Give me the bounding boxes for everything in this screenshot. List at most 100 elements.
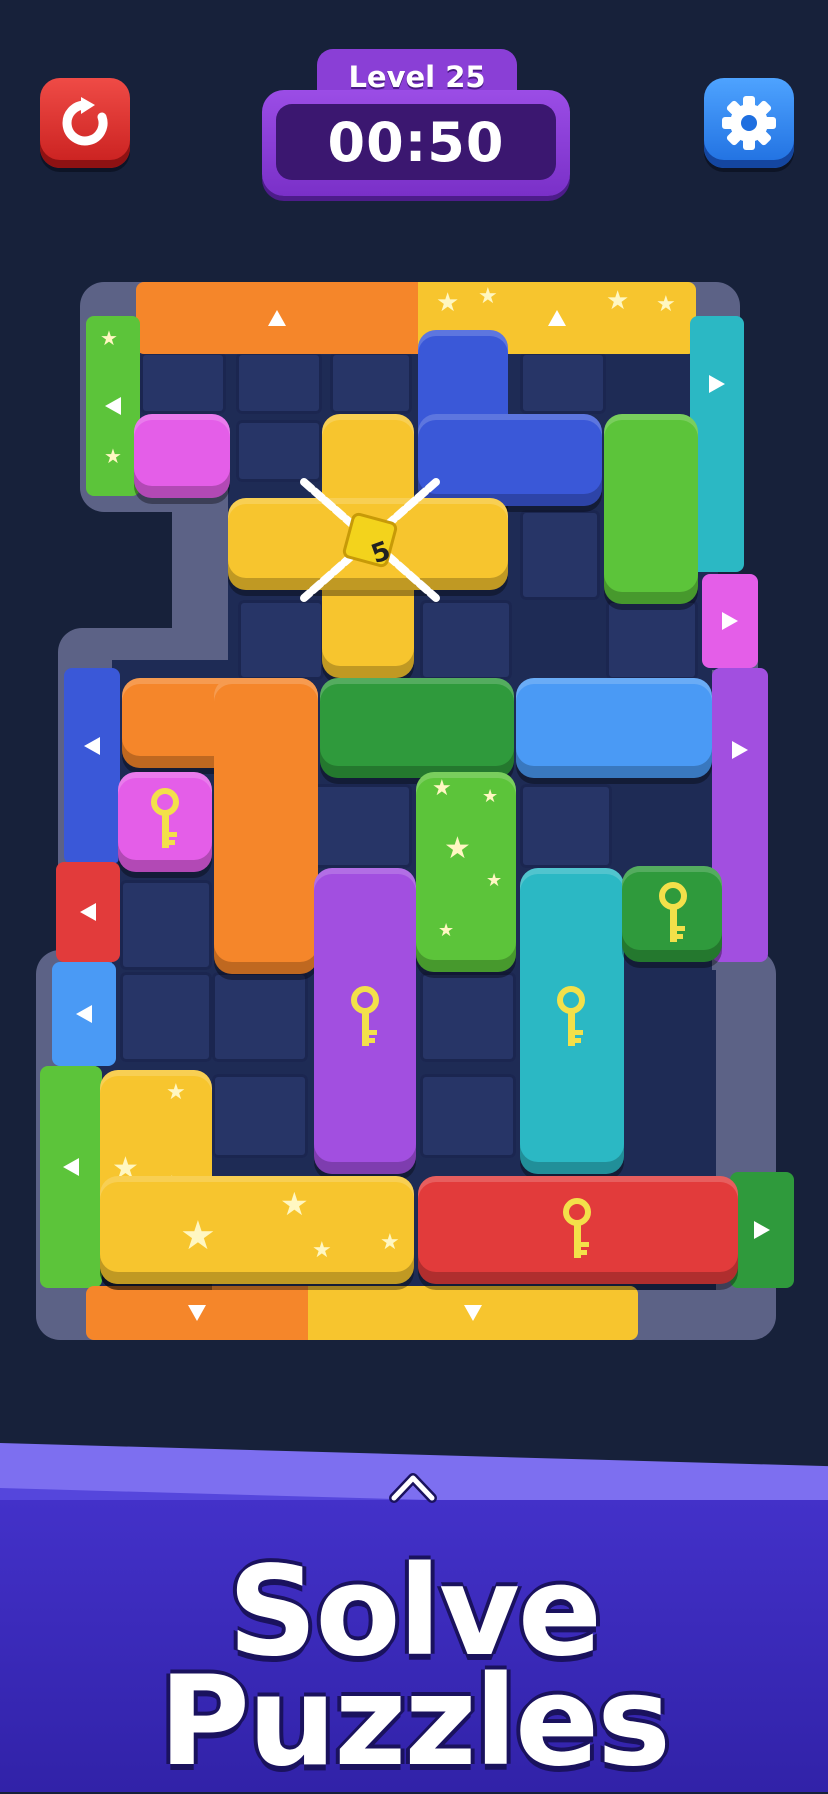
exit-gate-green-left: ★ ★ bbox=[86, 316, 140, 496]
arrow-right-icon bbox=[722, 612, 738, 630]
grid-cell bbox=[520, 784, 612, 868]
grid-cell bbox=[612, 880, 704, 954]
grid-cell bbox=[120, 880, 212, 970]
puzzle-board: ★ ★ ★ ★ ★ ★ 5 ★ ★ ★ ★ ★ ★ ★ ★ ★ ★ ★ ★ bbox=[0, 0, 828, 1360]
block-blue[interactable] bbox=[516, 678, 712, 778]
block-yellow-cross[interactable] bbox=[322, 414, 414, 678]
block-darkblue-l[interactable] bbox=[418, 414, 602, 506]
grid-cell bbox=[420, 972, 516, 1062]
arrow-up-icon bbox=[548, 310, 566, 326]
key-icon bbox=[659, 882, 687, 942]
star-icon: ★ bbox=[100, 326, 118, 350]
block-green-star[interactable]: ★ ★ ★ ★ ★ bbox=[416, 772, 516, 972]
grid-cell bbox=[520, 352, 606, 414]
lock-counter: 5 bbox=[367, 535, 395, 571]
grid-cell bbox=[236, 352, 322, 414]
exit-gate-yellow-bottom bbox=[308, 1286, 638, 1340]
exit-gate-pink-right bbox=[702, 574, 758, 668]
promo-title-line2: Puzzles bbox=[159, 1650, 671, 1794]
board-floor bbox=[128, 330, 718, 480]
restart-icon bbox=[62, 97, 108, 146]
board-wall-middle bbox=[58, 628, 758, 988]
arrow-up-icon bbox=[268, 310, 286, 326]
key-icon bbox=[151, 788, 179, 848]
exit-gate-purple-right bbox=[712, 668, 768, 962]
board-floor bbox=[112, 660, 712, 990]
star-icon: ★ bbox=[180, 1213, 216, 1259]
exit-gate-blue-left bbox=[52, 962, 116, 1066]
star-icon: ★ bbox=[656, 292, 676, 317]
board-wall-bottom bbox=[36, 950, 776, 1340]
block-yellow-l[interactable]: ★ ★ ★ bbox=[100, 1070, 212, 1284]
star-icon: ★ bbox=[436, 288, 460, 318]
board-wall-notch bbox=[172, 480, 232, 660]
exit-gate-orange-bottom bbox=[86, 1286, 308, 1340]
star-icon: ★ bbox=[432, 776, 452, 801]
star-icon: ★ bbox=[104, 444, 122, 468]
settings-button[interactable] bbox=[704, 78, 794, 168]
grid-cell bbox=[140, 352, 226, 414]
exit-gate-red-left bbox=[56, 862, 120, 962]
star-icon: ★ bbox=[280, 1185, 309, 1223]
arrow-down-icon bbox=[188, 1305, 206, 1321]
star-icon: ★ bbox=[312, 1238, 332, 1263]
star-icon: ★ bbox=[166, 1080, 186, 1105]
timer-display: 00:50 bbox=[276, 104, 556, 180]
grid-cell bbox=[420, 1074, 516, 1158]
arrow-left-icon bbox=[63, 1158, 79, 1176]
block-pink-key[interactable] bbox=[118, 772, 212, 872]
arrow-left-icon bbox=[80, 903, 96, 921]
block-red-key[interactable] bbox=[418, 1176, 738, 1284]
star-icon: ★ bbox=[478, 284, 498, 309]
block-orange-l[interactable] bbox=[214, 678, 318, 974]
grid-cell bbox=[212, 972, 308, 1062]
key-icon bbox=[557, 986, 585, 1046]
star-icon: ★ bbox=[438, 920, 455, 941]
grid-cell bbox=[420, 600, 512, 680]
star-icon: ★ bbox=[444, 831, 471, 866]
block-purple-key[interactable] bbox=[314, 868, 416, 1174]
key-icon bbox=[563, 1198, 591, 1258]
grid-cell bbox=[238, 600, 324, 680]
key-icon bbox=[351, 986, 379, 1046]
block-darkblue-l[interactable] bbox=[418, 330, 508, 506]
arrow-down-icon bbox=[464, 1305, 482, 1321]
board-floor bbox=[228, 470, 718, 670]
exit-gate-teal-right bbox=[690, 316, 744, 572]
block-yellow-l[interactable]: ★ ★ ★ ★ bbox=[100, 1176, 414, 1284]
block-orange-l[interactable] bbox=[122, 678, 318, 768]
exit-gate-darkgreen-right bbox=[730, 1172, 794, 1288]
star-icon: ★ bbox=[380, 1230, 400, 1255]
grid-cell bbox=[212, 1074, 308, 1158]
grid-cell bbox=[236, 420, 322, 482]
exit-gate-yellow-top: ★ ★ ★ ★ bbox=[418, 282, 696, 354]
arrow-right-icon bbox=[709, 375, 725, 393]
chevron-up-icon[interactable] bbox=[388, 1470, 438, 1504]
timer-panel: 00:50 bbox=[262, 90, 570, 196]
block-teal-key[interactable] bbox=[520, 868, 624, 1174]
block-green[interactable] bbox=[604, 414, 698, 604]
grid-cell bbox=[330, 352, 412, 414]
grid-cell bbox=[120, 972, 212, 1062]
star-icon: ★ bbox=[482, 786, 499, 807]
star-icon: ★ bbox=[486, 870, 503, 891]
star-icon: ★ bbox=[606, 286, 630, 316]
arrow-right-icon bbox=[732, 741, 748, 759]
exit-gate-green-left-bottom bbox=[40, 1066, 102, 1288]
block-pink[interactable] bbox=[134, 414, 230, 498]
block-darkgreen-key[interactable] bbox=[622, 866, 722, 962]
chain-lock-icon bbox=[300, 478, 440, 602]
block-yellow-cross[interactable] bbox=[228, 498, 508, 590]
star-icon: ★ bbox=[112, 1151, 139, 1186]
arrow-right-icon bbox=[754, 1221, 770, 1239]
arrow-left-icon bbox=[84, 737, 100, 755]
restart-button[interactable] bbox=[40, 78, 130, 168]
arrow-left-icon bbox=[76, 1005, 92, 1023]
exit-gate-darkblue-left bbox=[64, 668, 120, 864]
grid-cell bbox=[520, 510, 600, 600]
grid-cell bbox=[312, 784, 412, 868]
grid-cell bbox=[606, 600, 698, 680]
gear-icon bbox=[722, 96, 776, 150]
star-icon: ★ bbox=[162, 1172, 182, 1197]
block-darkgreen[interactable] bbox=[320, 678, 514, 778]
